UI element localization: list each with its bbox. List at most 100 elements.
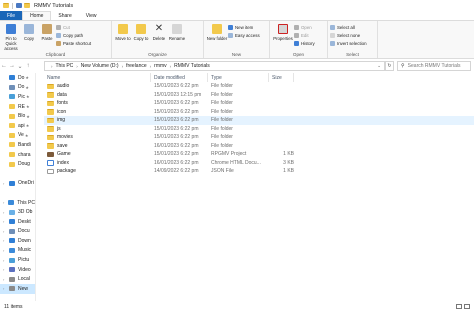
select-all-label: Select all	[337, 25, 355, 30]
up-button[interactable]: ↑	[24, 61, 32, 71]
nav-item[interactable]: › 3D Ob	[0, 207, 35, 217]
invert-selection-label: Invert selection	[337, 41, 367, 46]
chevron-right-icon: ›	[76, 63, 78, 69]
file-row[interactable]: index 16/01/2023 6:22 pm Chrome HTML Docu.…	[44, 159, 474, 168]
edit-icon	[294, 33, 299, 38]
history-button[interactable]: History	[294, 40, 315, 47]
nav-item[interactable]: api ★	[0, 121, 35, 131]
status-bar: 11 items	[0, 301, 474, 313]
breadcrumb-this-pc[interactable]: This PC	[56, 63, 74, 69]
select-group-label: Select	[346, 52, 359, 57]
file-row[interactable]: movies 15/01/2023 6:22 pm File folder	[44, 133, 474, 142]
easy-access-button[interactable]: Easy access	[228, 32, 260, 39]
breadcrumb-freelance[interactable]: freelance	[126, 63, 147, 69]
paste-shortcut-button[interactable]: Paste shortcut	[56, 40, 91, 47]
tab-view[interactable]: View	[79, 11, 104, 20]
nav-item[interactable]: › Down	[0, 236, 35, 246]
back-button[interactable]: ←	[0, 61, 8, 71]
file-row[interactable]: audio 15/01/2023 6:22 pm File folder	[44, 82, 474, 91]
tab-share[interactable]: Share	[51, 11, 78, 20]
edit-button[interactable]: Edit	[294, 32, 315, 39]
breadcrumb-new-volume[interactable]: New Volume (D:)	[81, 63, 119, 69]
recent-locations-button[interactable]: ⌄	[16, 61, 24, 71]
folder-icon	[47, 143, 54, 149]
item-count: 11 items	[4, 304, 23, 310]
file-row[interactable]: package 14/09/2022 6:22 pm JSON File 1 KB	[44, 167, 474, 176]
column-header-date[interactable]: Date modified	[151, 73, 208, 82]
nav-item[interactable]: › Pictu	[0, 255, 35, 265]
file-list[interactable]: Name Date modified Type Size audio 15/01/…	[44, 73, 474, 301]
nav-item[interactable]: › Local	[0, 274, 35, 284]
nav-item[interactable]: Do ★	[0, 73, 35, 83]
large-icons-view-icon[interactable]	[464, 304, 470, 309]
column-header-name[interactable]: Name	[44, 73, 151, 82]
file-name: data	[57, 91, 67, 98]
navigation-pane[interactable]: Do ★ Do ★ Pic ★ RE ★ Blo ★ api ★ Ve ★ Bandi chara Doug › O…	[0, 73, 36, 301]
refresh-button[interactable]: ↻	[385, 61, 394, 71]
select-group: Select all Select none Invert selection …	[328, 21, 378, 58]
tab-file[interactable]: File	[0, 11, 23, 20]
file-row[interactable]: fonts 15/01/2023 6:22 pm File folder	[44, 99, 474, 108]
file-row[interactable]: icon 15/01/2023 6:22 pm File folder	[44, 108, 474, 117]
search-input[interactable]: ⚲ Search RMMV Tutorials	[397, 61, 471, 71]
nav-item[interactable]: chara	[0, 150, 35, 160]
file-name-cell: js	[44, 126, 151, 132]
chevron-right-icon: ›	[121, 63, 124, 69]
copy-icon	[24, 24, 34, 34]
address-dropdown-icon[interactable]: ⌄	[377, 63, 381, 69]
new-item-button[interactable]: New item	[228, 24, 260, 31]
nav-item[interactable]: Do ★	[0, 83, 35, 93]
select-none-button[interactable]: Select none	[330, 32, 367, 39]
nav-item[interactable]: › OneDri	[0, 179, 35, 189]
folder-icon	[47, 83, 54, 89]
forward-button[interactable]: →	[8, 61, 16, 71]
copy-path-button[interactable]: Copy path	[56, 32, 91, 39]
nav-item[interactable]: › Video	[0, 265, 35, 275]
nav-item[interactable]: › Deskt	[0, 217, 35, 227]
nav-item[interactable]: › Docu	[0, 227, 35, 237]
file-row[interactable]: img 15/01/2023 6:22 pm File folder	[44, 116, 474, 125]
invert-selection-button[interactable]: Invert selection	[330, 40, 367, 47]
search-placeholder: Search RMMV Tutorials	[407, 63, 461, 69]
nav-item[interactable]: › New	[0, 284, 35, 294]
tab-home[interactable]: Home	[22, 11, 52, 20]
file-row[interactable]: Game 15/01/2023 6:22 pm RPGMV Project 1 KB	[44, 150, 474, 159]
folder-icon	[9, 123, 15, 129]
address-bar-row: ← → ⌄ ↑ › This PC › New Volume (D:) › fr…	[0, 60, 474, 72]
properties-quick-icon[interactable]	[16, 3, 22, 8]
nav-item[interactable]: Blo ★	[0, 111, 35, 121]
details-view-icon[interactable]	[456, 304, 462, 309]
file-row[interactable]: js 15/01/2023 6:22 pm File folder	[44, 125, 474, 134]
select-all-button[interactable]: Select all	[330, 24, 367, 31]
properties-icon	[278, 24, 288, 34]
open-button[interactable]: Open	[294, 24, 315, 31]
nav-item-label: Pictu	[18, 257, 30, 264]
new-folder-quick-icon[interactable]	[24, 3, 30, 8]
file-name-cell: Game	[44, 151, 151, 157]
breadcrumb-rmmv[interactable]: rmmv	[154, 63, 167, 69]
copy-to-label: Copy to	[133, 36, 149, 41]
file-name: index	[57, 159, 69, 166]
pin-icon: ★	[25, 104, 30, 110]
nav-item[interactable]: Ve ★	[0, 131, 35, 141]
column-header-type[interactable]: Type	[208, 73, 269, 82]
file-row[interactable]: data 15/01/2023 12:15 pm File folder	[44, 91, 474, 100]
nav-item-label: RE	[18, 103, 25, 110]
file-type: File folder	[211, 108, 233, 115]
cut-button[interactable]: Cut	[56, 24, 91, 31]
nav-item[interactable]: › This PC	[0, 198, 35, 208]
breadcrumb-rmmv-tutorials[interactable]: RMMV Tutorials	[174, 63, 210, 69]
forward-arrow-icon: →	[9, 63, 15, 69]
nav-item[interactable]: RE ★	[0, 102, 35, 112]
column-header-size[interactable]: Size	[269, 73, 294, 82]
nav-item[interactable]: › Music	[0, 246, 35, 256]
nav-item[interactable]: Doug	[0, 159, 35, 169]
folder-icon	[3, 3, 9, 8]
address-bar[interactable]: › This PC › New Volume (D:) › freelance …	[44, 61, 385, 71]
nav-item[interactable]: Bandi	[0, 140, 35, 150]
nav-item[interactable]: Pic ★	[0, 92, 35, 102]
nav-item-label: api	[18, 122, 25, 129]
new-group: New folder New item Easy access New	[204, 21, 270, 58]
file-name-cell: audio	[44, 83, 151, 89]
file-row[interactable]: save 16/01/2023 6:22 pm File folder	[44, 142, 474, 151]
